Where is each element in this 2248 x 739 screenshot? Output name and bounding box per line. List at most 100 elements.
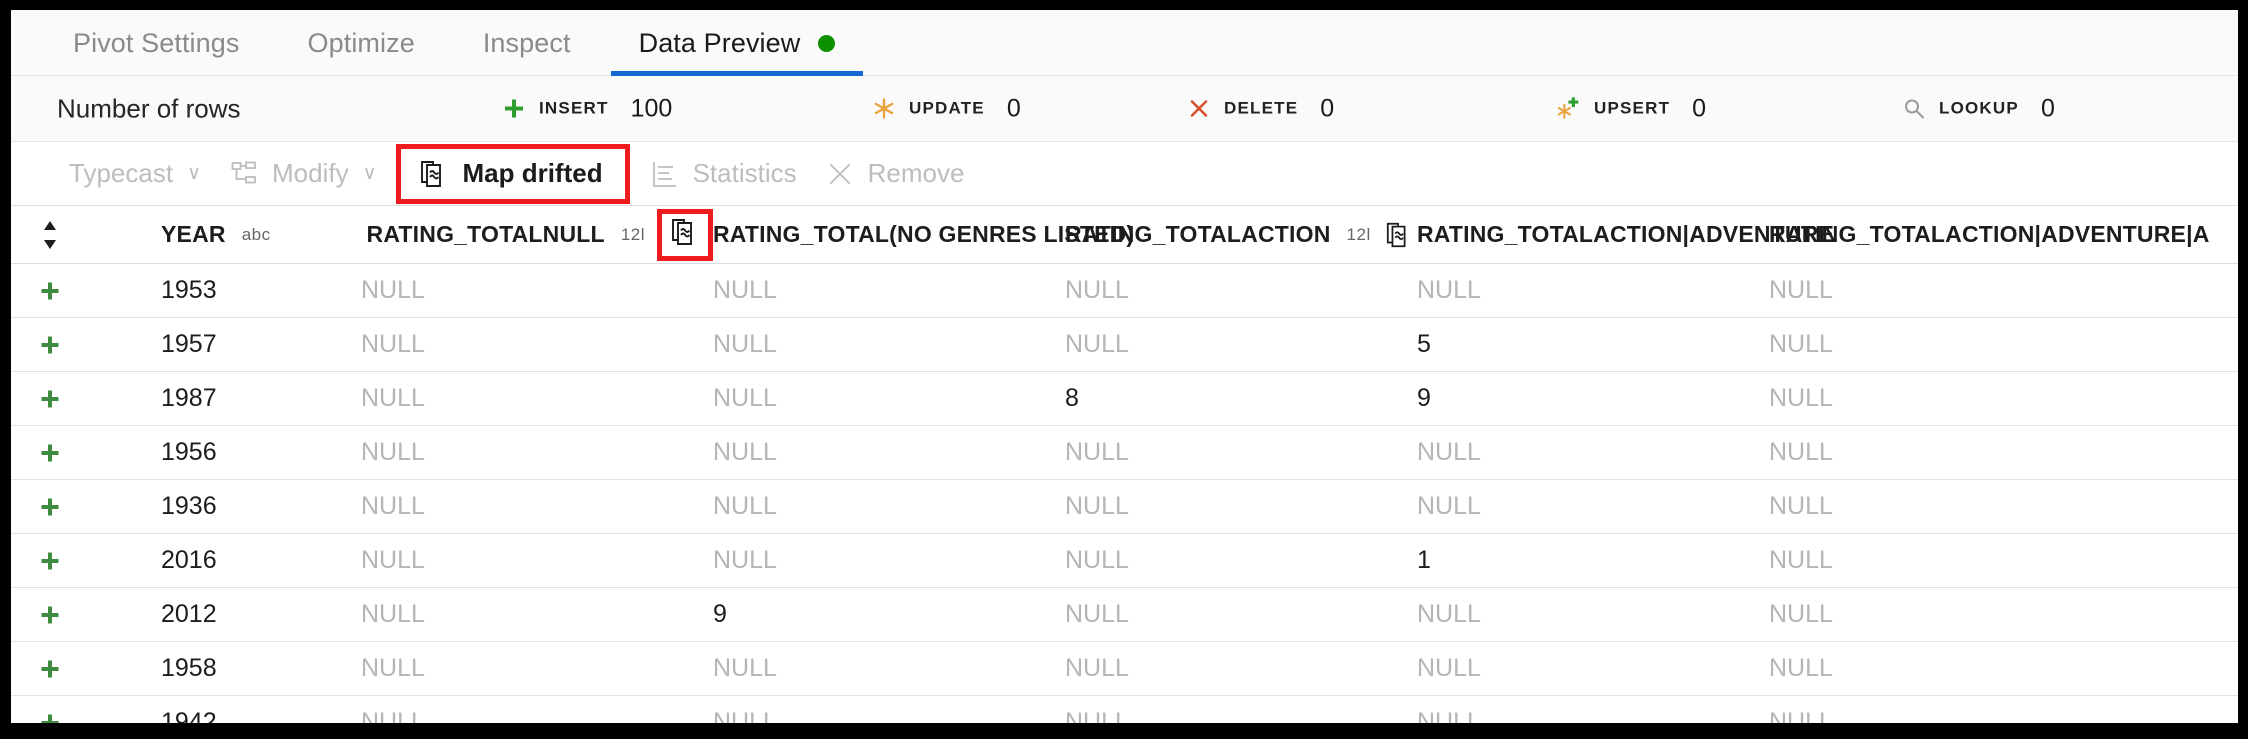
row-insert-marker (11, 711, 89, 723)
cell-value: NULL (1417, 708, 1481, 723)
column-header-rating-totalnull[interactable]: RATING_TOTALNULL 12l (361, 208, 713, 261)
cell-value: NULL (1065, 438, 1129, 466)
cell-value: NULL (713, 708, 777, 723)
cell-value: NULL (713, 330, 777, 358)
cell-value: NULL (1769, 384, 1833, 412)
cell-value: 9 (713, 600, 727, 628)
table-row[interactable]: 1956 NULL NULL NULL NULL NULL (11, 426, 2238, 480)
cell-year: 1958 (161, 654, 217, 682)
cell-year: 1936 (161, 492, 217, 520)
plus-icon (41, 498, 59, 515)
preview-toolbar: Typecast ∨ Modify ∨ Map drifted Statisti… (11, 142, 2238, 206)
number-of-rows-label: Number of rows (57, 93, 241, 123)
stat-value: 0 (1692, 94, 1707, 122)
table-row[interactable]: 1958 NULL NULL NULL NULL NULL (11, 642, 2238, 696)
table-row[interactable]: 1957 NULL NULL NULL 5 NULL (11, 318, 2238, 372)
cell-value: NULL (361, 600, 425, 628)
tab-label: Inspect (482, 27, 571, 58)
column-header-rating-total-no-genres-listed[interactable]: RATING_TOTAL(NO GENRES LISTED) (713, 221, 1134, 248)
typecast-label: Typecast (69, 158, 174, 188)
column-header-year[interactable]: YEAR abc (89, 221, 361, 248)
plus-icon (41, 660, 59, 677)
sort-toggle[interactable] (11, 219, 89, 251)
stat-value: 0 (2040, 94, 2055, 122)
upsert-icon (1556, 96, 1582, 122)
table-row[interactable]: 1942 NULL NULL NULL NULL NULL (11, 696, 2238, 723)
cell-value: 1 (1417, 546, 1431, 574)
remove-button[interactable]: Remove (825, 142, 965, 206)
search-icon (1901, 96, 1927, 122)
table-row[interactable]: 2016 NULL NULL NULL 1 NULL (11, 534, 2238, 588)
tab-inspect[interactable]: Inspect (449, 10, 605, 76)
data-preview-table: YEAR abc RATING_TOTALNULL 12l RATING_TOT… (11, 206, 2238, 723)
statistics-label: Statistics (692, 158, 797, 188)
remove-label: Remove (867, 158, 965, 188)
plus-icon (41, 390, 59, 407)
cell-value: NULL (1769, 492, 1833, 520)
cell-year: 1953 (161, 276, 217, 304)
stat-label: LOOKUP (1939, 98, 2019, 118)
chevron-down-icon: ∨ (187, 163, 201, 184)
table-row[interactable]: 1953 NULL NULL NULL NULL NULL (11, 264, 2238, 318)
cell-value: NULL (361, 654, 425, 682)
plus-icon (41, 282, 59, 299)
tab-bar: Pivot Settings Optimize Inspect Data Pre… (11, 10, 2238, 76)
table-row[interactable]: 1987 NULL NULL 8 9 NULL (11, 372, 2238, 426)
tab-pivot-settings[interactable]: Pivot Settings (39, 10, 274, 76)
table-row[interactable]: 2012 NULL 9 NULL NULL NULL (11, 588, 2238, 642)
stat-label: UPSERT (1594, 98, 1671, 118)
cell-value: NULL (1065, 492, 1129, 520)
cell-value: NULL (1417, 276, 1481, 304)
statistics-button[interactable]: Statistics (650, 142, 797, 206)
column-header-rating-totalaction-adventure-a[interactable]: RATING_TOTALACTION|ADVENTURE|A (1769, 221, 2209, 248)
drifted-column-highlight-box (657, 208, 713, 261)
cell-value: NULL (361, 708, 425, 723)
cell-year: 1957 (161, 330, 217, 358)
tab-data-preview[interactable]: Data Preview (605, 10, 870, 76)
cell-value: NULL (361, 438, 425, 466)
frame-border-left (0, 0, 11, 739)
column-header-rating-totalaction-adventure[interactable]: RATING_TOTALACTION|ADVENTURE (1417, 221, 1834, 248)
table-header-row: YEAR abc RATING_TOTALNULL 12l RATING_TOT… (11, 206, 2238, 264)
cell-value: NULL (1065, 708, 1129, 723)
typecast-button[interactable]: Typecast ∨ (69, 142, 201, 206)
modify-button[interactable]: Modify ∨ (229, 142, 376, 206)
cell-value: NULL (1065, 330, 1129, 358)
column-name: RATING_TOTALACTION|ADVENTURE|A (1769, 221, 2210, 247)
cell-value: NULL (713, 492, 777, 520)
map-drifted-button[interactable]: Map drifted (419, 142, 603, 206)
plus-icon (41, 606, 59, 623)
cell-year: 2016 (161, 546, 217, 574)
cell-year: 2012 (161, 600, 217, 628)
column-name: YEAR (161, 221, 226, 247)
frame-border-bottom (0, 723, 2248, 739)
stat-label: INSERT (539, 98, 609, 118)
stat-label: DELETE (1224, 98, 1299, 118)
cell-value: NULL (713, 546, 777, 574)
cell-value: NULL (1769, 546, 1833, 574)
cell-value: NULL (1417, 654, 1481, 682)
plus-icon (41, 336, 59, 353)
tab-label: Optimize (307, 27, 415, 58)
modify-icon (229, 159, 259, 189)
plus-icon (501, 96, 527, 122)
map-drifted-column-icon[interactable] (1385, 220, 1413, 250)
frame-border-top (0, 0, 2248, 10)
tab-optimize[interactable]: Optimize (274, 10, 449, 76)
row-insert-marker (11, 549, 89, 573)
sort-updown-icon (40, 219, 60, 251)
plus-icon (41, 552, 59, 569)
table-row[interactable]: 1936 NULL NULL NULL NULL NULL (11, 480, 2238, 534)
cell-value: NULL (713, 654, 777, 682)
map-drifted-column-icon[interactable] (670, 216, 700, 254)
stat-value: 0 (1006, 94, 1021, 122)
cell-value: NULL (713, 276, 777, 304)
stat-lookup: LOOKUP 0 (1901, 94, 2055, 123)
screenshot-frame: Pivot Settings Optimize Inspect Data Pre… (0, 0, 2248, 739)
column-type-tag: 12l (620, 224, 645, 244)
column-name: RATING_TOTALACTION (1065, 221, 1331, 247)
column-header-rating-totalaction[interactable]: RATING_TOTALACTION 12l (1065, 220, 1417, 250)
column-name: RATING_TOTALNULL (366, 221, 605, 247)
column-type-tag: 12l (1346, 224, 1371, 244)
map-drifted-label: Map drifted (462, 158, 603, 188)
